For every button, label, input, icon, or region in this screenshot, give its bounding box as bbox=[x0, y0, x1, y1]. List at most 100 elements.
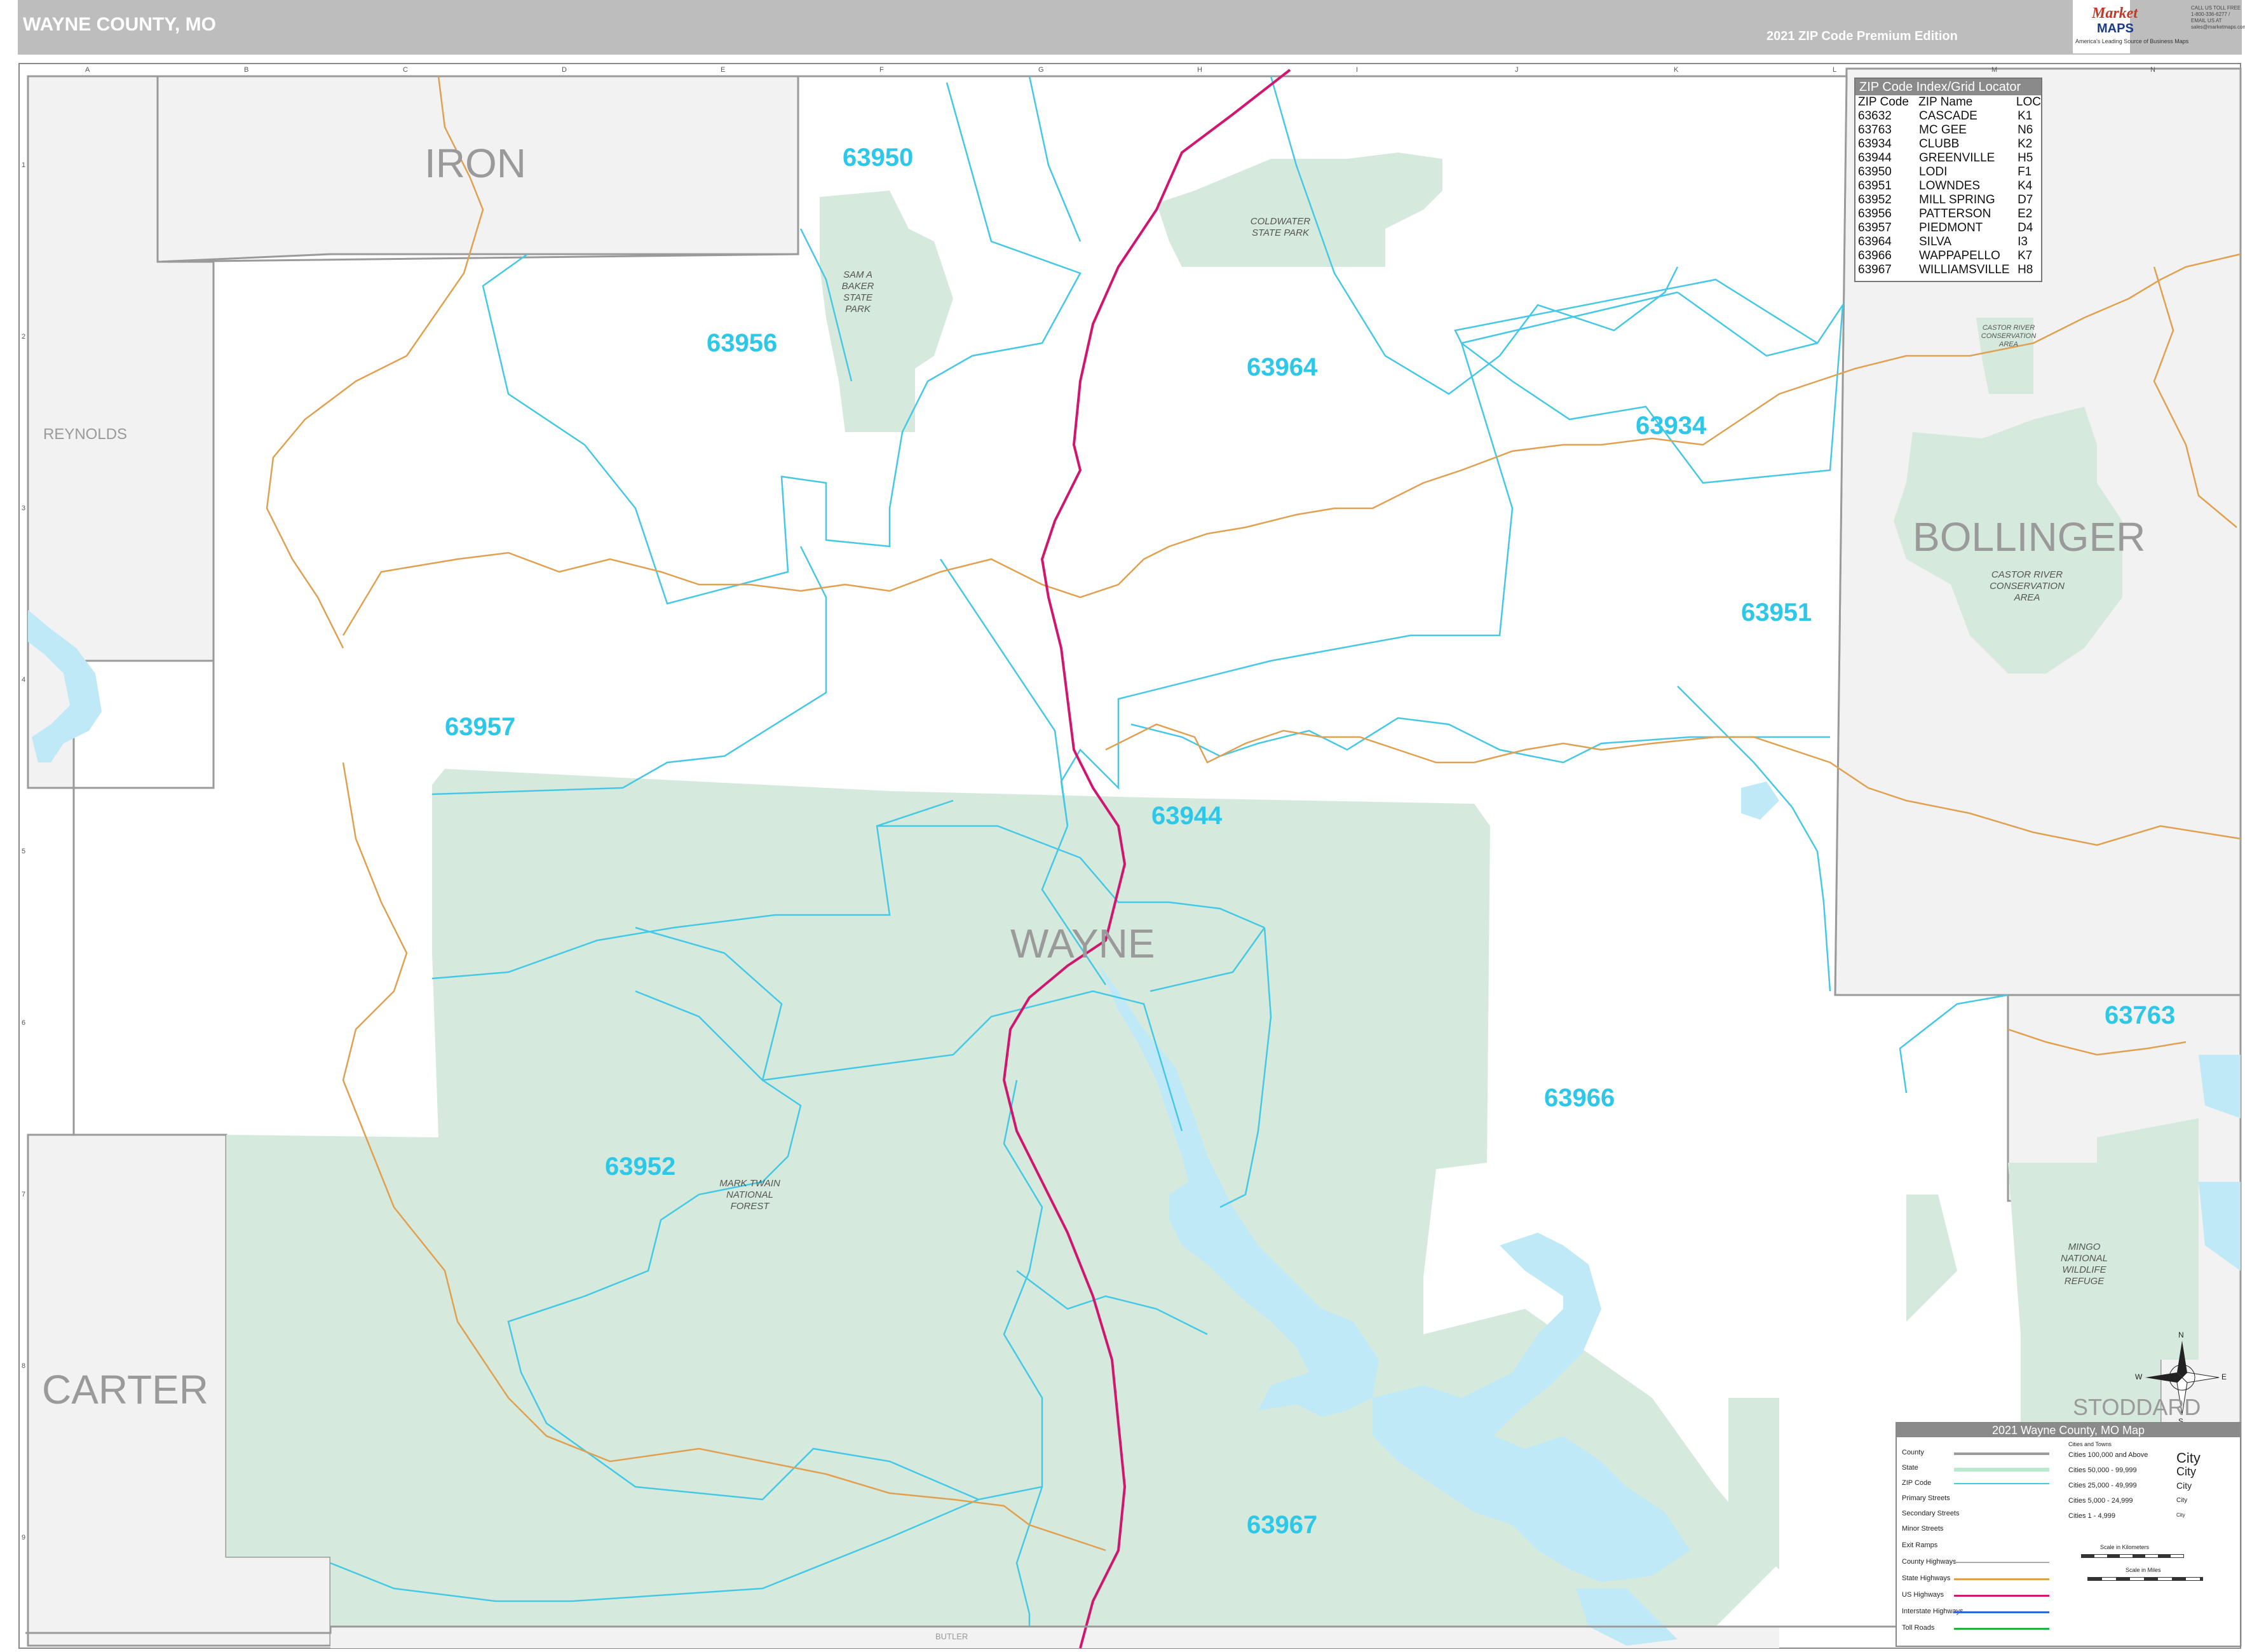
legend-swatch-state bbox=[1954, 1468, 2049, 1472]
grid-letter-a: A bbox=[85, 66, 90, 74]
name-cell: CASCADE bbox=[1919, 109, 1977, 123]
compass-w: W bbox=[2135, 1372, 2143, 1381]
scale-bar-km bbox=[2081, 1554, 2184, 1558]
legend-county-highways: County Highways bbox=[1902, 1558, 1957, 1566]
legend-secondary-streets: Secondary Streets bbox=[1902, 1510, 1960, 1517]
zip-cell: 63951 bbox=[1858, 179, 1892, 193]
zip-cell: 63964 bbox=[1858, 235, 1892, 248]
legend-city-sample-5: City bbox=[2176, 1512, 2185, 1518]
zip-index-header-row: ZIP Code ZIP Name LOC bbox=[1855, 95, 2041, 109]
legend-city-25k: Cities 25,000 - 49,999 bbox=[2068, 1482, 2137, 1489]
zip-label-63951: 63951 bbox=[1741, 599, 1812, 626]
name-cell: PATTERSON bbox=[1919, 207, 1991, 220]
county-label-carter: CARTER bbox=[42, 1367, 208, 1412]
legend-minor-streets: Minor Streets bbox=[1902, 1525, 1944, 1533]
grid-number-1: 1 bbox=[22, 161, 26, 169]
table-row: 63632 CASCADE K1 bbox=[1855, 109, 2041, 123]
name-cell: SILVA bbox=[1919, 235, 1952, 248]
grid-letter-f: F bbox=[879, 66, 884, 74]
table-row: 63952 MILL SPRING D7 bbox=[1855, 193, 2041, 207]
grid-letter-n: N bbox=[2150, 66, 2155, 74]
zip-label-63964: 63964 bbox=[1247, 353, 1318, 381]
name-cell: LODI bbox=[1919, 165, 1948, 179]
legend-county: County bbox=[1902, 1449, 1924, 1456]
zip-label-63944: 63944 bbox=[1151, 802, 1223, 830]
grid-letter-m: M bbox=[1991, 66, 1998, 74]
grid-number-8: 8 bbox=[22, 1362, 26, 1370]
grid-number-9: 9 bbox=[22, 1534, 26, 1541]
table-row: 63964 SILVA I3 bbox=[1855, 235, 2041, 249]
zip-cell: 63956 bbox=[1858, 207, 1892, 220]
scale-bar-mi bbox=[2087, 1577, 2203, 1581]
loc-cell: K1 bbox=[2018, 109, 2033, 123]
legend-city-1k: Cities 1 - 4,999 bbox=[2068, 1512, 2115, 1520]
grid-number-2: 2 bbox=[22, 333, 26, 341]
legend-city-sample-2: City bbox=[2176, 1465, 2196, 1478]
grid-letter-g: G bbox=[1038, 66, 1044, 74]
legend-swatch-zip bbox=[1954, 1483, 2049, 1484]
compass-e: E bbox=[2221, 1372, 2227, 1381]
zip-label-63950: 63950 bbox=[843, 144, 914, 172]
zip-index-title: ZIP Code Index/Grid Locator bbox=[1855, 79, 2041, 95]
zip-label-63957: 63957 bbox=[445, 713, 516, 741]
zip-label-63956: 63956 bbox=[707, 329, 778, 357]
zip-cell: 63952 bbox=[1858, 193, 1892, 207]
compass-n: N bbox=[2178, 1330, 2184, 1339]
county-label-butler: BUTLER bbox=[935, 1632, 968, 1641]
zip-cell: 63944 bbox=[1858, 151, 1892, 165]
grid-number-5: 5 bbox=[22, 848, 26, 855]
map-legend: 2021 Wayne County, MO Map County State Z… bbox=[1896, 1422, 2241, 1647]
legend-swatch-interstate bbox=[1954, 1611, 2049, 1613]
legend-swatch-toll bbox=[1954, 1628, 2049, 1630]
county-label-reynolds: REYNOLDS bbox=[43, 426, 128, 443]
legend-us-highways: US Highways bbox=[1902, 1591, 1944, 1599]
legend-cities-header: Cities and Towns bbox=[2068, 1441, 2112, 1447]
table-row: 63934 CLUBB K2 bbox=[1855, 137, 2041, 151]
county-label-wayne: WAYNE bbox=[1010, 921, 1155, 966]
legend-city-sample-1: City bbox=[2176, 1450, 2201, 1466]
grid-letter-h: H bbox=[1197, 66, 1202, 74]
park-label-castor-north: CASTOR RIVER CONSERVATION AREA bbox=[1981, 324, 2037, 348]
loc-cell: F1 bbox=[2018, 165, 2032, 179]
legend-swatch-county-hwy bbox=[1954, 1562, 2049, 1563]
legend-swatch-us-hwy bbox=[1954, 1595, 2049, 1597]
grid-number-4: 4 bbox=[22, 676, 26, 684]
legend-scale-km: Scale in Kilometers bbox=[2100, 1544, 2150, 1550]
grid-number-6: 6 bbox=[22, 1019, 26, 1027]
zip-cell: 63967 bbox=[1858, 263, 1892, 276]
loc-cell: D4 bbox=[2018, 221, 2033, 234]
legend-city-100k: Cities 100,000 and Above bbox=[2068, 1451, 2148, 1459]
grid-letter-k: K bbox=[1674, 66, 1679, 74]
legend-title: 2021 Wayne County, MO Map bbox=[1897, 1423, 2240, 1437]
zip-label-63763: 63763 bbox=[2105, 1001, 2176, 1029]
butler-county-area bbox=[330, 1627, 1779, 1648]
legend-scale-mi: Scale in Miles bbox=[2126, 1567, 2161, 1573]
name-cell: LOWNDES bbox=[1919, 179, 1981, 193]
grid-letter-c: C bbox=[403, 66, 408, 74]
name-cell: WAPPAPELLO bbox=[1919, 249, 2000, 262]
grid-letter-d: D bbox=[562, 66, 567, 74]
park-label-mark-twain: MARK TWAIN NATIONAL FOREST bbox=[719, 1178, 780, 1212]
name-cell: GREENVILLE bbox=[1919, 151, 1995, 165]
legend-primary-streets: Primary Streets bbox=[1902, 1494, 1950, 1502]
zip-cell: 63966 bbox=[1858, 249, 1892, 262]
legend-exit-ramps: Exit Ramps bbox=[1902, 1541, 1938, 1549]
table-row: 63944 GREENVILLE H5 bbox=[1855, 151, 2041, 165]
grid-letter-l: L bbox=[1833, 66, 1837, 74]
grid-letter-b: B bbox=[244, 66, 249, 74]
table-row: 63967 WILLIAMSVILLE H8 bbox=[1855, 263, 2041, 277]
legend-city-sample-4: City bbox=[2176, 1497, 2188, 1504]
name-cell: PIEDMONT bbox=[1919, 221, 1983, 234]
zip-index-header-name: ZIP Name bbox=[1918, 95, 1973, 109]
name-cell: WILLIAMSVILLE bbox=[1919, 263, 2010, 276]
legend-city-sample-3: City bbox=[2176, 1480, 2192, 1491]
grid-letter-i: I bbox=[1356, 66, 1359, 74]
legend-state-highways: State Highways bbox=[1902, 1574, 1951, 1582]
name-cell: MC GEE bbox=[1919, 123, 1967, 137]
name-cell: CLUBB bbox=[1919, 137, 1960, 151]
table-row: 63956 PATTERSON E2 bbox=[1855, 207, 2041, 221]
loc-cell: D7 bbox=[2018, 193, 2033, 207]
loc-cell: I3 bbox=[2018, 235, 2028, 248]
loc-cell: K4 bbox=[2018, 179, 2033, 193]
park-label-coldwater: COLDWATER STATE PARK bbox=[1250, 216, 1311, 238]
